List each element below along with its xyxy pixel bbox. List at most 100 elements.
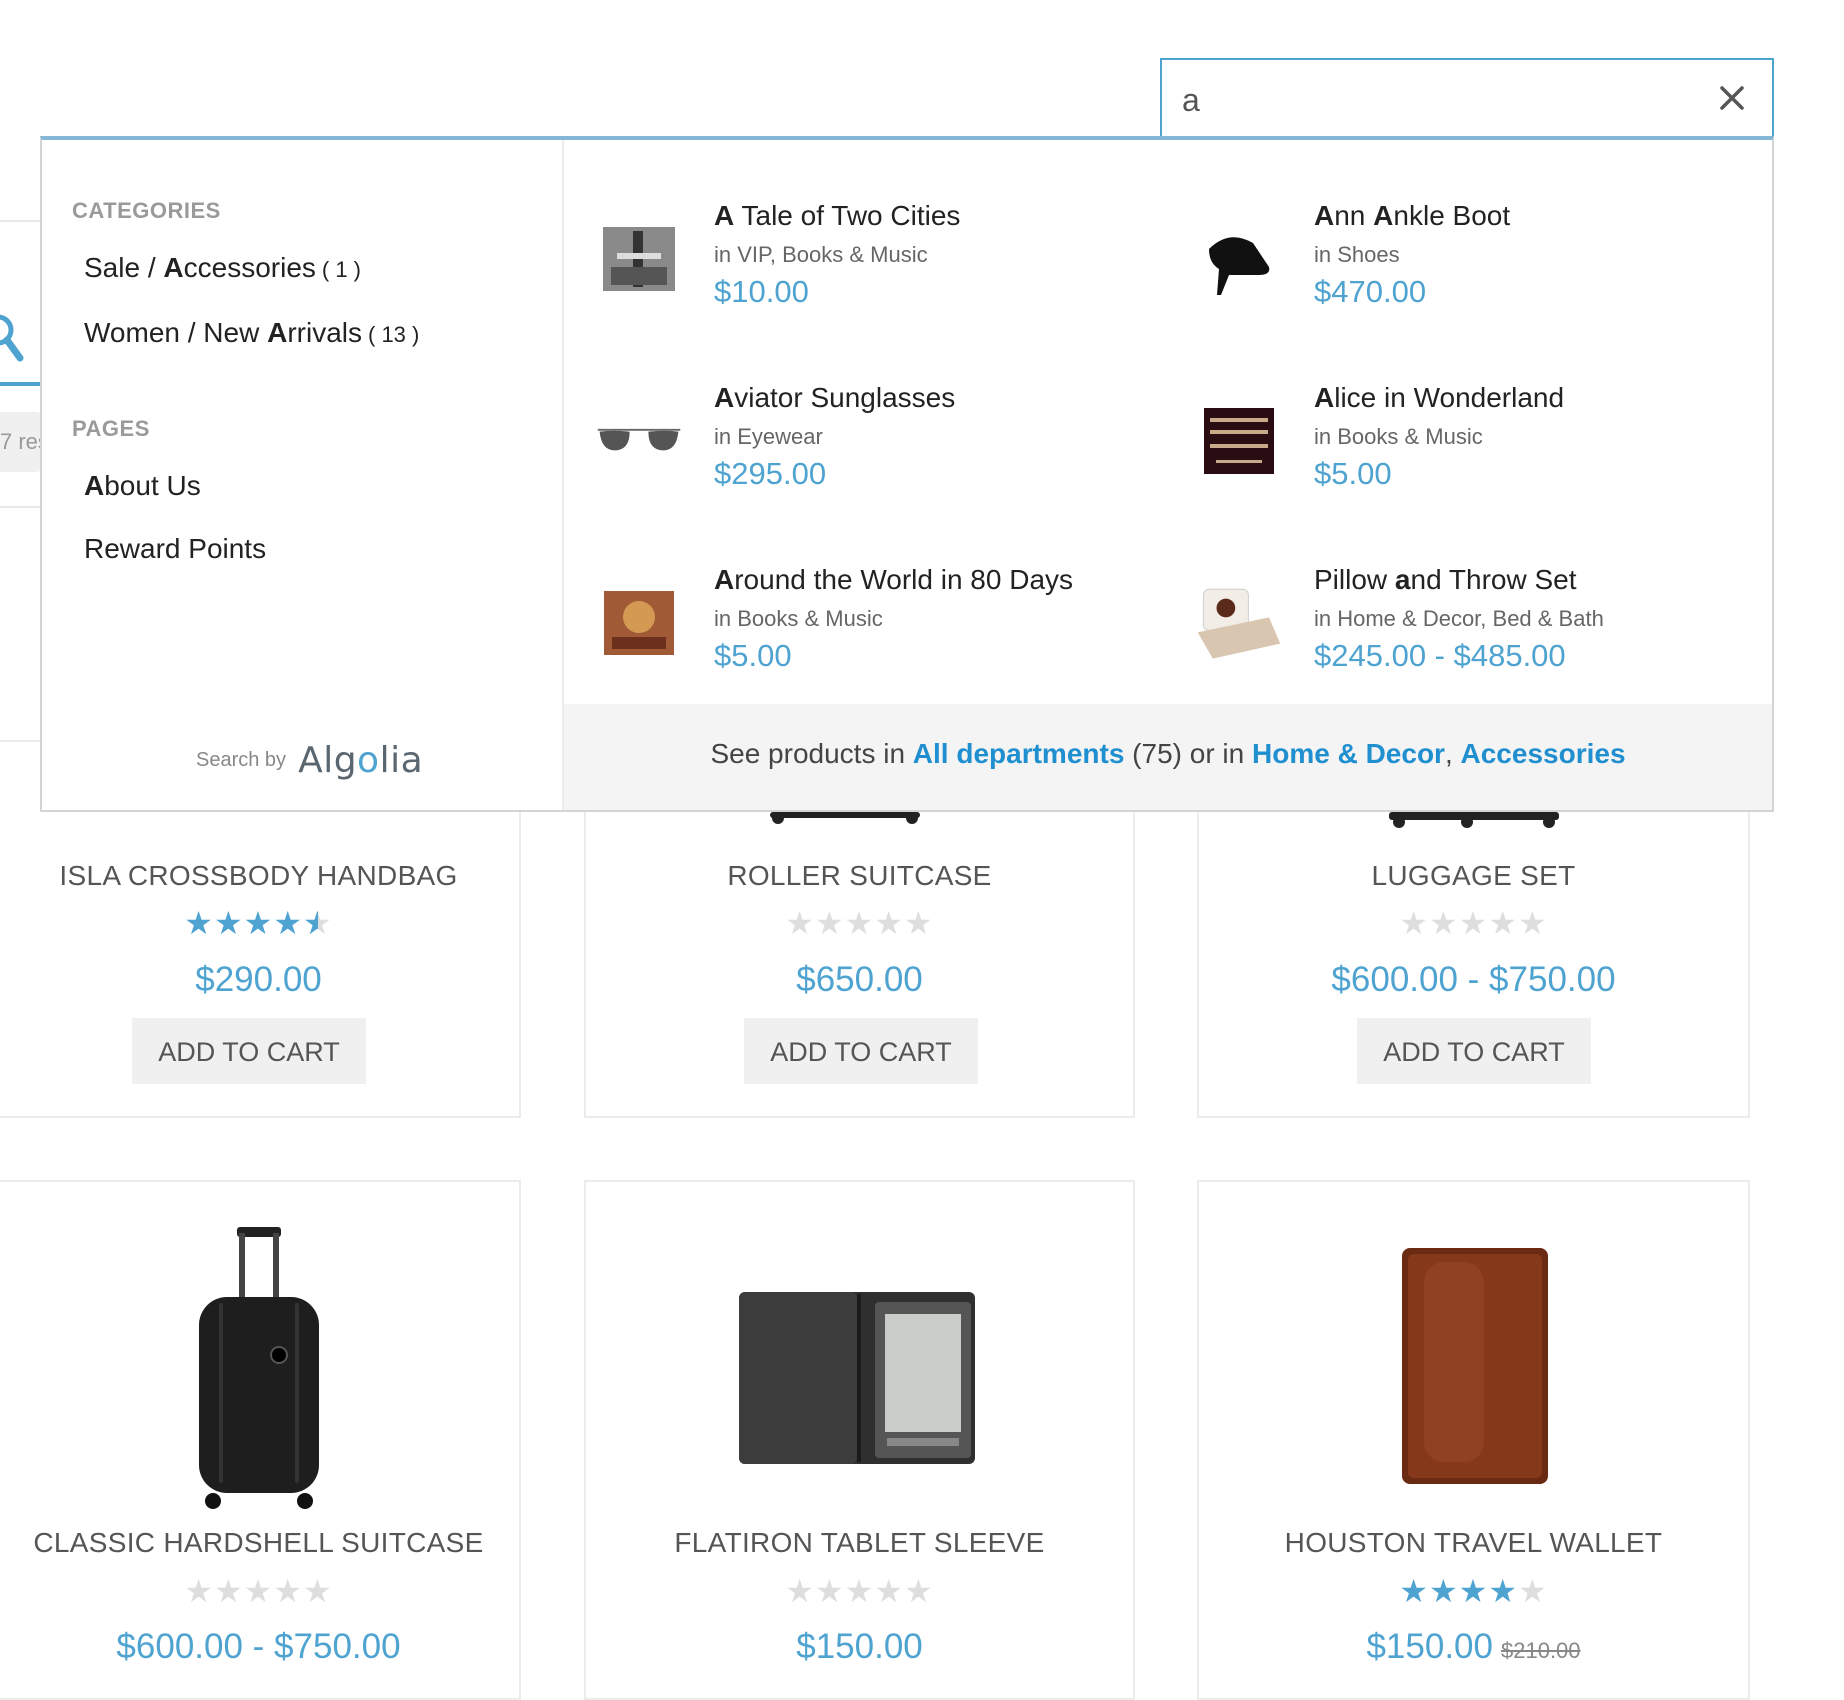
product-title: Ann Ankle Boot bbox=[1314, 200, 1511, 231]
category-path: Sale / bbox=[84, 252, 164, 283]
product-suggestion[interactable]: Aviator Sunglasses in Eyewear $295.00 bbox=[594, 382, 1154, 522]
sunglasses-icon bbox=[594, 396, 684, 486]
category-path: ccessories bbox=[183, 252, 316, 283]
category-suggestion[interactable]: Sale / Accessories( 1 ) bbox=[84, 252, 361, 284]
product-image[interactable] bbox=[586, 1252, 1133, 1492]
all-departments-link[interactable]: All departments bbox=[913, 738, 1125, 769]
rating-stars: ★★★★★ bbox=[785, 905, 934, 941]
rating-stars: ★★★★★ bbox=[1399, 905, 1548, 941]
powered-by[interactable]: Search by Algolia bbox=[196, 740, 423, 781]
product-card[interactable]: CLASSIC HARDSHELL SUITCASE ★★★★★ $600.00… bbox=[0, 1180, 521, 1700]
product-name[interactable]: ROLLER SUITCASE bbox=[586, 860, 1133, 892]
product-price: $470.00 bbox=[1314, 274, 1427, 309]
book-cover-icon bbox=[594, 578, 684, 668]
product-category: in Shoes bbox=[1314, 242, 1400, 267]
product-name[interactable]: LUGGAGE SET bbox=[1199, 860, 1748, 892]
search-box[interactable] bbox=[1160, 58, 1774, 140]
product-image[interactable] bbox=[1199, 1222, 1748, 1512]
product-category: in Eyewear bbox=[714, 424, 823, 449]
product-price: $5.00 bbox=[714, 638, 792, 673]
product-price: $5.00 bbox=[1314, 456, 1392, 491]
rating-stars: ★★★★★ bbox=[785, 1573, 934, 1609]
pillow-icon bbox=[1194, 578, 1284, 668]
see-more-footer: See products in All departments (75) or … bbox=[564, 704, 1772, 810]
boot-icon bbox=[1194, 214, 1284, 304]
product-price: $150.00 $210.00 bbox=[1199, 1627, 1748, 1667]
category-suggestion[interactable]: Women / New Arrivals( 13 ) bbox=[84, 317, 419, 349]
product-category: in Home & Decor, Bed & Bath bbox=[1314, 606, 1604, 631]
tablet-sleeve-image bbox=[738, 1292, 975, 1464]
search-input[interactable] bbox=[1180, 60, 1704, 140]
rating-stars: ★★★★★★ bbox=[0, 904, 519, 942]
book-cover-icon bbox=[594, 214, 684, 304]
match-highlight: A bbox=[163, 252, 184, 283]
product-title: Alice in Wonderland bbox=[1314, 382, 1565, 413]
page-suggestion[interactable]: Reward Points bbox=[84, 533, 266, 565]
sale-price: $150.00 bbox=[1366, 1627, 1493, 1666]
product-name[interactable]: FLATIRON TABLET SLEEVE bbox=[586, 1527, 1133, 1559]
match-highlight: A bbox=[267, 317, 288, 348]
divider bbox=[0, 506, 40, 508]
close-icon[interactable] bbox=[1712, 78, 1752, 118]
product-suggestion[interactable]: A Tale of Two Cities in VIP, Books & Mus… bbox=[594, 200, 1154, 340]
product-title: Aviator Sunglasses bbox=[714, 382, 956, 413]
product-image[interactable] bbox=[0, 1220, 519, 1516]
product-name[interactable]: CLASSIC HARDSHELL SUITCASE bbox=[0, 1527, 519, 1559]
add-to-cart-button[interactable]: ADD TO CART bbox=[744, 1018, 978, 1084]
add-to-cart-button[interactable]: ADD TO CART bbox=[1357, 1018, 1591, 1084]
home-decor-link[interactable]: Home & Decor bbox=[1252, 738, 1445, 769]
product-suggestion[interactable]: Around the World in 80 Days in Books & M… bbox=[594, 564, 1154, 704]
page-suggestion[interactable]: About Us bbox=[84, 470, 201, 502]
suggestions-sidebar: CATEGORIES Sale / Accessories( 1 ) Women… bbox=[42, 140, 564, 810]
category-path: rrivals bbox=[287, 317, 362, 348]
algolia-logo: Algolia bbox=[298, 740, 423, 781]
categories-heading: CATEGORIES bbox=[72, 198, 221, 223]
product-price: $650.00 bbox=[796, 960, 923, 999]
old-price: $210.00 bbox=[1501, 1638, 1581, 1663]
category-path: Women / New bbox=[84, 317, 268, 348]
product-name[interactable]: HOUSTON TRAVEL WALLET bbox=[1199, 1527, 1748, 1559]
product-card[interactable]: HOUSTON TRAVEL WALLET ★★★★★ $150.00 $210.… bbox=[1197, 1180, 1750, 1700]
footer-text: (75) or in bbox=[1124, 738, 1253, 769]
powered-label: Search by bbox=[196, 749, 287, 771]
product-price: $150.00 bbox=[796, 1627, 923, 1666]
rating-stars: ★★★★★ bbox=[1399, 1573, 1548, 1609]
hardshell-suitcase-image bbox=[198, 1227, 319, 1509]
product-category: in VIP, Books & Music bbox=[714, 242, 928, 267]
product-price: $600.00 - $750.00 bbox=[116, 1627, 401, 1666]
match-highlight: A bbox=[84, 470, 105, 501]
travel-wallet-image bbox=[1401, 1248, 1548, 1484]
pages-heading: PAGES bbox=[72, 416, 150, 441]
product-title: A Tale of Two Cities bbox=[714, 200, 961, 231]
logo-text: lia bbox=[379, 740, 424, 781]
rating-stars: ★★★★★ bbox=[184, 1573, 333, 1609]
logo-text: o bbox=[357, 740, 380, 781]
product-card[interactable]: FLATIRON TABLET SLEEVE ★★★★★ $150.00 bbox=[584, 1180, 1135, 1700]
product-price: $245.00 - $485.00 bbox=[1314, 638, 1566, 673]
product-suggestion[interactable]: Pillow and Throw Set in Home & Decor, Be… bbox=[1194, 564, 1754, 704]
product-category: in Books & Music bbox=[1314, 424, 1483, 449]
star-icon: ★★★★ bbox=[184, 905, 304, 941]
autocomplete-dropdown: CATEGORIES Sale / Accessories( 1 ) Women… bbox=[40, 136, 1774, 812]
category-count: ( 13 ) bbox=[368, 322, 420, 347]
product-price: $10.00 bbox=[714, 274, 809, 309]
product-price: $600.00 - $750.00 bbox=[1331, 960, 1616, 999]
product-price: $295.00 bbox=[714, 456, 827, 491]
footer-text: , bbox=[1444, 738, 1461, 769]
search-icon bbox=[0, 314, 24, 362]
product-title: Pillow and Throw Set bbox=[1314, 564, 1577, 595]
accessories-link[interactable]: Accessories bbox=[1461, 738, 1626, 769]
background-search-button[interactable] bbox=[0, 220, 44, 386]
product-suggestions: A Tale of Two Cities in VIP, Books & Mus… bbox=[564, 140, 1772, 810]
add-to-cart-button[interactable]: ADD TO CART bbox=[132, 1018, 366, 1084]
footer-text: See products in bbox=[710, 738, 913, 769]
half-star-icon: ★★ bbox=[303, 905, 333, 941]
book-cover-icon bbox=[1194, 396, 1284, 486]
page-title: bout Us bbox=[104, 470, 201, 501]
product-name[interactable]: ISLA CROSSBODY HANDBAG bbox=[0, 860, 519, 892]
product-title: Around the World in 80 Days bbox=[714, 564, 1074, 595]
page-title: Reward Points bbox=[84, 533, 267, 564]
logo-text: Alg bbox=[298, 740, 358, 781]
product-suggestion[interactable]: Ann Ankle Boot in Shoes $470.00 bbox=[1194, 200, 1754, 340]
product-suggestion[interactable]: Alice in Wonderland in Books & Music $5.… bbox=[1194, 382, 1754, 522]
